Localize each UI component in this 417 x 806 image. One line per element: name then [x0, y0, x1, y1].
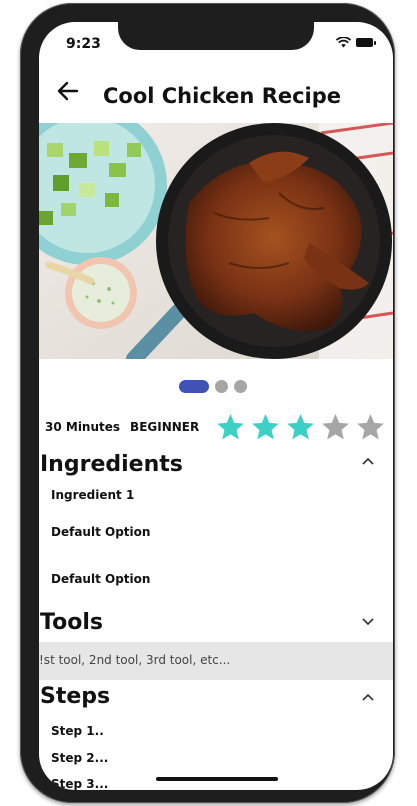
recipe-meta: 30 Minutes BEGINNER	[45, 410, 391, 444]
carousel-dot-active[interactable]	[179, 380, 209, 393]
carousel-dot[interactable]	[234, 380, 247, 393]
app-screen: 9:23 Cool Chicken Recipe 30 Minutes BEGI…	[39, 22, 393, 790]
difficulty-label: BEGINNER	[130, 420, 200, 434]
tools-text: !st tool, 2nd tool, 3rd tool, etc...	[39, 653, 231, 667]
star-filled-icon[interactable]	[285, 412, 316, 443]
star-filled-icon[interactable]	[215, 412, 246, 443]
ingredient-option[interactable]: Default Option	[51, 572, 150, 586]
chevron-up-icon[interactable]	[361, 690, 375, 706]
star-filled-icon[interactable]	[250, 412, 281, 443]
chevron-up-icon[interactable]	[361, 454, 375, 470]
device-notch	[118, 22, 314, 50]
arrow-left-icon[interactable]	[57, 80, 79, 108]
ingredient-item[interactable]: Ingredient 1	[51, 488, 134, 502]
wifi-icon	[336, 37, 351, 48]
home-indicator[interactable]	[156, 777, 278, 781]
duration-label: 30 Minutes	[45, 420, 121, 434]
steps-heading: Steps	[40, 684, 111, 709]
recipe-photo[interactable]	[39, 123, 393, 359]
tools-content: !st tool, 2nd tool, 3rd tool, etc...	[39, 642, 393, 680]
star-empty-icon[interactable]	[320, 412, 351, 443]
chevron-down-icon[interactable]	[361, 614, 375, 630]
step-item[interactable]: Step 3...	[51, 777, 108, 790]
status-time: 9:23	[66, 36, 101, 52]
star-empty-icon[interactable]	[355, 412, 386, 443]
carousel-dot[interactable]	[215, 380, 228, 393]
rating-stars	[215, 412, 386, 443]
status-icons	[336, 37, 376, 48]
step-item[interactable]: Step 2...	[51, 751, 108, 765]
carousel-indicator	[179, 380, 247, 393]
page-title: Cool Chicken Recipe	[103, 84, 342, 108]
battery-icon	[356, 38, 376, 47]
step-item[interactable]: Step 1..	[51, 724, 104, 738]
tools-heading: Tools	[40, 610, 103, 635]
app-header: Cool Chicken Recipe	[39, 80, 393, 120]
ingredients-heading: Ingredients	[40, 452, 183, 477]
ingredient-option[interactable]: Default Option	[51, 525, 150, 539]
